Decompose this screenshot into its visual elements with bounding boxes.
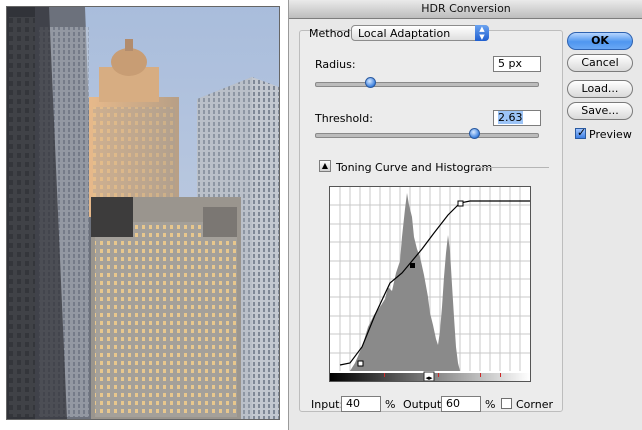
svg-text:◂▸: ◂▸ [425, 374, 433, 381]
city-buildings-image [7, 7, 279, 419]
cancel-button[interactable]: Cancel [567, 54, 633, 72]
output-label: Output: [403, 398, 445, 411]
section-divider [475, 167, 549, 168]
histogram-curve-svg: ◂▸ [330, 187, 530, 382]
radius-slider-track[interactable] [315, 82, 539, 87]
preview-label: Preview [589, 128, 632, 141]
curve-point-mid [410, 263, 415, 268]
radius-slider-thumb[interactable] [365, 77, 376, 88]
load-button[interactable]: Load... [567, 80, 633, 98]
method-value: Local Adaptation [358, 27, 451, 40]
window-title: HDR Conversion [289, 0, 642, 19]
input-value: 40 [346, 397, 360, 410]
corner-checkbox[interactable] [501, 398, 512, 409]
preview-checkbox[interactable] [575, 126, 586, 139]
hdr-photo [6, 6, 280, 420]
input-label: Input: [311, 398, 344, 411]
threshold-field[interactable]: 2.63 [493, 110, 541, 126]
method-select[interactable]: Local Adaptation ▲ ▼ [351, 25, 489, 41]
toning-curve-label: Toning Curve and Histogram [336, 161, 493, 174]
output-field[interactable]: 60 [441, 396, 481, 412]
output-unit: % [485, 398, 496, 411]
toning-curve-graph[interactable]: ◂▸ [329, 186, 531, 382]
threshold-value: 2.63 [498, 111, 523, 124]
ok-button[interactable]: OK [567, 32, 633, 50]
corner-label: Corner [516, 398, 554, 411]
output-value: 60 [446, 397, 460, 410]
input-unit: % [385, 398, 396, 411]
radius-label: Radius: [315, 58, 356, 71]
curve-point-shadow [357, 360, 364, 367]
popup-arrows-icon: ▲ ▼ [475, 25, 489, 41]
disclosure-triangle-icon[interactable]: ▲ [319, 160, 331, 172]
threshold-label: Threshold: [315, 112, 373, 125]
save-button[interactable]: Save... [567, 102, 633, 120]
radius-value: 5 px [498, 57, 522, 70]
input-field[interactable]: 40 [341, 396, 381, 412]
threshold-slider-track[interactable] [315, 133, 539, 138]
curve-point-high [457, 200, 464, 207]
radius-field[interactable]: 5 px [493, 56, 541, 72]
method-label: Method: [309, 27, 354, 40]
hdr-conversion-dialog: HDR Conversion Method: Local Adaptation … [288, 0, 642, 430]
